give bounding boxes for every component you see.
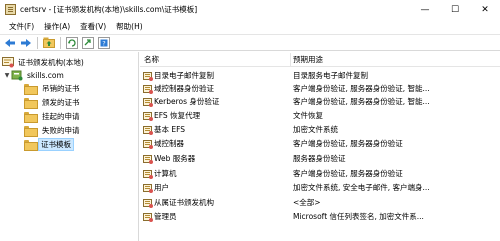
row-name: 用户 [154,183,169,192]
tree-root-label: 证书颁发机构(本地) [18,57,84,67]
maximize-button[interactable]: ☐ [440,0,470,19]
row-name: EFS 恢复代理 [154,111,201,120]
row-name: 从属证书颁发机构 [154,198,214,207]
certificate-template-icon [143,72,153,81]
tree-root[interactable]: 证书颁发机构(本地) [2,56,88,68]
row-purpose: 客户端身份验证, 服务器身份验证, 智能... [293,97,430,106]
table-row[interactable]: Web 服务器 服务器身份验证 [140,153,500,165]
tree-item-label: 失败的申请 [42,125,80,135]
export-icon[interactable] [81,36,95,50]
row-name: 域控制器 [154,139,184,148]
row-name: Web 服务器 [154,154,196,163]
folder-icon [24,139,38,151]
menu-file[interactable]: 文件(F) [4,21,39,32]
menu-view[interactable]: 查看(V) [75,21,111,32]
refresh-icon[interactable] [65,36,79,50]
tree-item-issued[interactable]: 颁发的证书 [24,96,84,109]
certificate-template-icon [143,140,153,149]
close-button[interactable]: ✕ [470,0,500,19]
back-arrow-icon[interactable] [3,36,17,50]
column-divider[interactable] [290,53,291,66]
tree-ca-node[interactable]: ▼ skills.com [3,69,68,81]
certificate-authority-icon [2,56,14,67]
row-purpose: 加密文件系统, 安全电子邮件, 客户端身... [293,183,430,192]
table-row[interactable]: EFS 恢复代理 文件恢复 [140,110,500,122]
row-purpose: 目录服务电子邮件复制 [293,71,368,80]
menu-action[interactable]: 操作(A) [39,21,75,32]
column-header-row: 名称 预期用途 [140,52,500,67]
row-purpose: 服务器身份验证 [293,154,346,163]
certificate-template-icon [143,126,153,135]
row-purpose: 客户端身份验证, 服务器身份验证, 智能... [293,84,430,93]
row-name: 计算机 [154,169,177,178]
table-row[interactable]: 计算机 客户端身份验证, 服务器身份验证 [140,168,500,180]
table-row[interactable]: 管理员 Microsoft 信任列表签名, 加密文件系... [140,211,500,223]
row-purpose: 客户端身份验证, 服务器身份验证 [293,169,403,178]
menu-bar: 文件(F) 操作(A) 查看(V) 帮助(H) [0,19,500,33]
row-purpose: 加密文件系统 [293,125,338,134]
svg-text:?: ? [102,39,105,47]
certificate-template-icon [143,170,153,179]
toolbar: ? [0,34,500,51]
certificate-template-icon [143,213,153,222]
row-name: 目录电子邮件复制 [154,71,214,80]
row-purpose: 文件恢复 [293,111,323,120]
folder-icon [24,111,38,123]
table-row[interactable]: Kerberos 身份验证 客户端身份验证, 服务器身份验证, 智能... [140,96,500,108]
column-header-purpose[interactable]: 预期用途 [293,54,323,65]
row-name: 域控制器身份验证 [154,84,214,93]
row-purpose: Microsoft 信任列表签名, 加密文件系... [293,212,424,221]
up-folder-icon[interactable] [42,36,56,50]
menu-help[interactable]: 帮助(H) [111,21,148,32]
toolbar-separator [60,36,61,49]
table-row[interactable]: 域控制器 客户端身份验证, 服务器身份验证 [140,138,500,150]
table-row[interactable]: 用户 加密文件系统, 安全电子邮件, 客户端身... [140,182,500,194]
row-name: 管理员 [154,212,177,221]
table-row[interactable]: 基本 EFS 加密文件系统 [140,124,500,136]
list-pane: 名称 预期用途 目录电子邮件复制 目录服务电子邮件复制 域控制器身份验证 客户端… [140,52,500,241]
forward-arrow-icon[interactable] [19,36,33,50]
certificate-template-icon [143,199,153,208]
row-purpose: 客户端身份验证, 服务器身份验证 [293,139,403,148]
column-header-name[interactable]: 名称 [144,54,159,65]
tree-item-label: 证书模板 [38,137,74,151]
help-icon[interactable]: ? [97,36,111,50]
certificate-template-icon [143,98,153,107]
tree-pane: 证书颁发机构(本地) ▼ skills.com 吊销的证书 颁发的证书 挂起的申… [0,52,139,241]
table-row[interactable]: 从属证书颁发机构 <全部> [140,197,500,209]
tree-item-label: 吊销的证书 [42,83,80,93]
tree-ca-label: skills.com [27,70,64,80]
toolbar-separator [37,36,38,49]
table-row[interactable]: 域控制器身份验证 客户端身份验证, 服务器身份验证, 智能... [140,83,500,95]
tree-item-pending[interactable]: 挂起的申请 [24,110,84,123]
chevron-down-icon[interactable]: ▼ [3,72,11,79]
window-title: certsrv - [证书颁发机构(本地)\skills.com\证书模板] [20,5,198,14]
tree-item-label: 颁发的证书 [42,97,80,107]
certificate-template-icon [143,155,153,164]
tree-item-certificate-templates[interactable]: 证书模板 [24,137,74,151]
row-purpose: <全部> [293,198,321,207]
table-row[interactable]: 目录电子邮件复制 目录服务电子邮件复制 [140,70,500,82]
row-name: Kerberos 身份验证 [154,97,220,106]
folder-icon [24,83,38,95]
title-bar: certsrv - [证书颁发机构(本地)\skills.com\证书模板] —… [0,0,500,19]
window-controls: — ☐ ✕ [410,0,500,19]
certificate-template-icon [143,85,153,94]
tree-item-failed[interactable]: 失败的申请 [24,124,84,137]
minimize-button[interactable]: — [410,0,440,19]
tree-item-revoked[interactable]: 吊销的证书 [24,82,84,95]
row-name: 基本 EFS [154,125,186,134]
certificate-template-icon [143,112,153,121]
folder-icon [24,97,38,109]
tree-item-label: 挂起的申请 [42,111,80,121]
certificate-template-icon [143,184,153,193]
folder-icon [24,125,38,137]
ca-server-icon [11,70,23,80]
certsrv-app-icon [5,4,16,15]
